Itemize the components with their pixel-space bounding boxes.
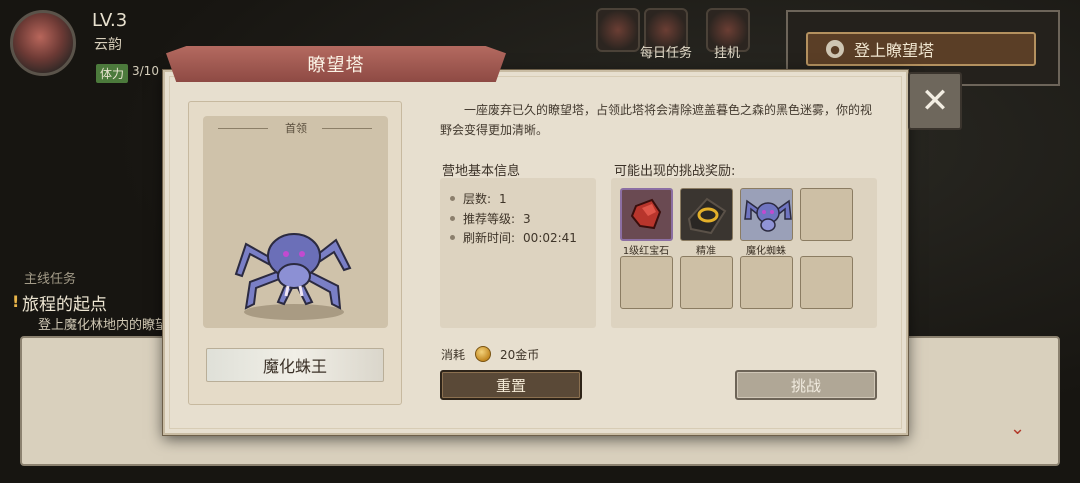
player-avatar[interactable] [10,10,76,76]
info-label: 推荐等级: [463,212,516,226]
info-row-refresh: 刷新时间: 00:02:41 [450,229,577,246]
spider-boss-icon [234,233,352,320]
reward-label: 魔化蜘蛛 [746,246,786,257]
dialog-title: 瞭望塔 [307,55,365,76]
reward-slot-empty [740,256,793,309]
camp-info-title: 营地基本信息 [442,164,521,179]
challenge-button[interactable]: 挑战 [735,370,877,400]
climb-tower-label: 登上瞭望塔 [854,41,935,60]
close-icon: ✕ [920,81,950,121]
speech-icon: ● [826,40,844,58]
player-level: LV.3 [92,10,128,31]
info-value: 3 [523,211,531,226]
cost-label: 消耗 [441,348,466,362]
divider [322,128,372,129]
reward-slot-empty [680,256,733,309]
spider-icon [744,199,792,232]
reward-label: 精准 [696,246,716,257]
chevron-down-icon[interactable]: ⌄ [1010,418,1025,439]
reset-button[interactable]: 重置 [440,370,582,400]
info-value: 1 [499,191,507,206]
gold-coin-icon [475,346,491,362]
reward-label: 1级红宝石 [622,246,670,257]
reward-slot[interactable] [680,188,733,241]
reward-slot[interactable] [740,188,793,241]
tower-description: 一座废弃已久的瞭望塔，占领此塔将会清除遮盖暮色之森的黑色迷雾，你的视野会变得更加… [440,103,873,137]
info-label: 刷新时间: [463,231,516,245]
quest-title[interactable]: 旅程的起点 [22,290,107,315]
climb-tower-button[interactable]: ● 登上瞭望塔 [806,32,1036,66]
close-button[interactable]: ✕ [908,72,962,130]
quest-section-label: 主线任务 [24,272,77,287]
stamina-tag: 体力 [96,64,129,83]
reward-slot-empty [800,188,853,241]
reward-slot-empty [800,256,853,309]
stamina-value: 3/10 [132,64,159,78]
ruby-icon [630,198,662,230]
rewards-title: 可能出现的挑战奖励: [614,164,736,179]
info-label: 层数: [463,192,492,206]
bullet-icon [450,235,455,240]
info-value: 00:02:41 [523,230,577,245]
divider [218,128,268,129]
info-row-floors: 层数: 1 [450,190,507,207]
bullet-icon [450,196,455,201]
boss-tag: 首领 [285,122,307,135]
player-name: 云韵 [94,37,122,53]
event-icon[interactable] [596,8,640,52]
cost-value: 20金币 [500,348,540,362]
daily-task-label: 每日任务 [640,46,693,61]
reward-slot[interactable] [620,188,673,241]
quest-description: 登上魔化林地内的瞭望塔 [38,318,182,333]
quest-alert-icon: ! [12,292,20,311]
boss-name: 魔化蛛王 [206,348,384,382]
afk-label: 挂机 [714,46,741,61]
info-row-level: 推荐等级: 3 [450,210,531,227]
rune-icon [687,197,727,235]
bullet-icon [450,216,455,221]
reward-slot-empty [620,256,673,309]
